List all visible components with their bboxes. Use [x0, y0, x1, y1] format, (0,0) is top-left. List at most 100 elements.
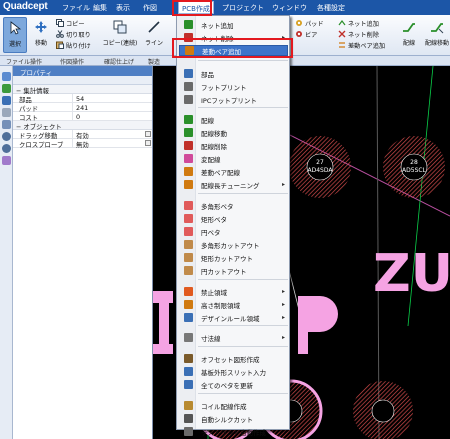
- menu-item-offset[interactable]: オフセット図形作成: [179, 353, 288, 364]
- menu-item-design-rule[interactable]: デザインルール領域 ▸: [179, 312, 288, 323]
- zoom-out-icon[interactable]: [2, 144, 11, 153]
- menu-item-ipc-footprint[interactable]: IPCフットプリント: [179, 94, 288, 105]
- menu-item-rect-fill[interactable]: 矩形ベタ: [179, 213, 288, 224]
- menu-file[interactable]: ファイル: [62, 3, 90, 13]
- copy-continuous-button[interactable]: コピー(連続): [100, 17, 140, 53]
- copy-icon: [56, 19, 64, 27]
- rect-cutout-icon: [184, 253, 193, 262]
- menu-item-label: 禁止領域: [201, 288, 227, 297]
- route-icon: [403, 23, 415, 32]
- submenu-arrow-icon: ▸: [281, 301, 285, 308]
- group-label-manufacture: 製造: [148, 59, 161, 66]
- silkscreen-shape: [153, 291, 173, 303]
- line-button[interactable]: ライン: [143, 17, 165, 53]
- property-row: コスト 0: [13, 112, 152, 122]
- layer-tool-icon[interactable]: [2, 120, 11, 129]
- polygon-cutout-icon: [184, 240, 193, 249]
- zoom-in-icon[interactable]: [2, 132, 11, 141]
- polygon-fill-icon: [184, 201, 193, 210]
- menu-item-label: 部品: [201, 70, 214, 79]
- menu-separator: [198, 60, 288, 61]
- menu-item-polygon-cutout[interactable]: 多角形カットアウト: [179, 239, 288, 250]
- menu-item-push-route[interactable]: 変配線: [179, 153, 288, 164]
- route-move-icon: [431, 23, 444, 34]
- menu-item-refresh-fill[interactable]: 全てのベタを更新: [179, 379, 288, 390]
- dimension-icon: [184, 333, 193, 342]
- menu-item-keepout[interactable]: 禁止領域 ▸: [179, 286, 288, 297]
- net-add-icon: [184, 20, 193, 29]
- menu-item-part[interactable]: 部品: [179, 68, 288, 79]
- drag-move-select[interactable]: 有効: [73, 130, 152, 140]
- back-tool-icon[interactable]: [2, 96, 11, 105]
- menu-window[interactable]: ウィンドウ: [272, 3, 307, 13]
- grid-tool-icon[interactable]: [2, 108, 11, 117]
- refresh-fill-icon: [184, 380, 193, 389]
- circle-fill-icon: [184, 227, 193, 236]
- menu-separator: [198, 107, 288, 108]
- menu-settings[interactable]: 各種設定: [317, 3, 345, 13]
- group-label-check: 確認仕上げ: [104, 59, 135, 66]
- select-tool-icon[interactable]: [2, 72, 11, 81]
- silkscreen-text: ZU: [373, 244, 450, 304]
- slit-icon: [184, 367, 193, 376]
- menu-project[interactable]: プロジェクト: [222, 3, 264, 13]
- section-object[interactable]: − オブジェクト: [13, 121, 152, 131]
- cut-button[interactable]: 切り取り: [56, 29, 91, 39]
- menu-item-silk-cut[interactable]: 自動シルクカット: [179, 413, 288, 424]
- menu-item-polygon-fill[interactable]: 多角形ベタ: [179, 200, 288, 211]
- chevron-down-icon[interactable]: [145, 131, 151, 137]
- menu-view[interactable]: 表示: [116, 3, 130, 13]
- menu-item-circle-cutout[interactable]: 円カットアウト: [179, 265, 288, 276]
- offset-icon: [184, 354, 193, 363]
- menu-item-test-land[interactable]: テストランド自動作成: [179, 426, 288, 437]
- menu-item-slit[interactable]: 基板外形スリット入力: [179, 366, 288, 377]
- route-button[interactable]: 配線: [400, 17, 418, 53]
- via-button[interactable]: ビア: [295, 29, 317, 39]
- copy-button[interactable]: コピー: [56, 18, 85, 28]
- menu-item-label: 配線: [201, 116, 214, 125]
- silk-cut-icon: [184, 414, 193, 423]
- menu-draw[interactable]: 作図: [143, 3, 157, 13]
- menu-item-label: 全てのベタを更新: [201, 381, 253, 390]
- menu-item-net-add[interactable]: ネット追加: [179, 19, 288, 30]
- via-icon: [296, 31, 302, 37]
- submenu-arrow-icon: ▸: [281, 288, 285, 295]
- diff-pair-icon: [339, 42, 345, 48]
- menu-edit[interactable]: 編集: [93, 3, 107, 13]
- menu-item-circle-fill[interactable]: 円ベタ: [179, 226, 288, 237]
- menu-item-coil[interactable]: コイル配線作成: [179, 400, 288, 411]
- add-tool-icon[interactable]: [2, 84, 11, 93]
- cross-probe-select[interactable]: 無効: [73, 139, 152, 149]
- menu-item-tuning[interactable]: 配線長チューニング ▸: [179, 179, 288, 190]
- pad-number: 27: [316, 159, 324, 166]
- menu-item-label: 差動ペア配線: [201, 168, 240, 177]
- ribbon-diff-pair-button[interactable]: 差動ペア追加: [338, 40, 385, 50]
- ribbon-net-add-button[interactable]: ネット追加: [338, 18, 379, 28]
- move-button[interactable]: 移動: [29, 17, 53, 53]
- paste-button[interactable]: 貼り付け: [56, 40, 91, 50]
- property-panel: プロパティ − 集計情報 部品 54 パッド 241 コスト 0 − オブジェク…: [13, 66, 153, 439]
- tuning-icon: [184, 180, 193, 189]
- select-button[interactable]: 選択: [3, 17, 27, 53]
- menu-item-route[interactable]: 配線: [179, 114, 288, 125]
- menu-item-route-delete[interactable]: 配線削除: [179, 140, 288, 151]
- settings-tool-icon[interactable]: [2, 156, 11, 165]
- menu-item-label: 矩形カットアウト: [201, 254, 253, 263]
- silkscreen-shape: [153, 344, 173, 354]
- menu-item-height-limit[interactable]: 高さ制限領域 ▸: [179, 299, 288, 310]
- menu-item-dimension[interactable]: 寸法線 ▸: [179, 332, 288, 343]
- menu-item-route-move[interactable]: 配線移動: [179, 127, 288, 138]
- ribbon-net-delete-button[interactable]: ネット削除: [338, 29, 379, 39]
- push-route-icon: [184, 154, 193, 163]
- pad-button[interactable]: パッド: [295, 18, 324, 28]
- menu-item-label: 配線長チューニング: [201, 181, 260, 190]
- group-label-file: ファイル操作: [6, 59, 43, 66]
- menu-item-diff-route[interactable]: 差動ペア配線: [179, 166, 288, 177]
- coil-icon: [184, 401, 193, 410]
- chevron-down-icon[interactable]: [145, 140, 151, 146]
- menu-item-rect-cutout[interactable]: 矩形カットアウト: [179, 252, 288, 263]
- route-move-button[interactable]: 配線移動: [422, 17, 450, 53]
- menu-item-footprint[interactable]: フットプリント: [179, 81, 288, 92]
- pad-net-name: AD4SDA: [308, 167, 334, 174]
- section-stats[interactable]: − 集計情報: [13, 85, 152, 95]
